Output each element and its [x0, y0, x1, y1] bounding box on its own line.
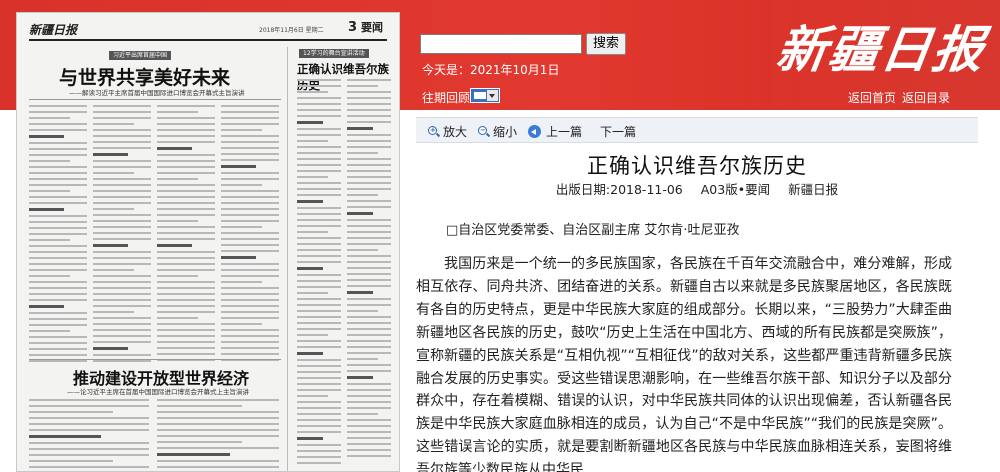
story3-col2	[347, 79, 391, 461]
chevron-down-icon	[487, 90, 498, 101]
site-logo[interactable]: 新疆日报	[773, 10, 993, 79]
zoom-in-icon: +	[428, 125, 441, 138]
story1-subtitle: ——解读习近平主席首届中国国际进口博览会开幕式主旨演讲	[69, 89, 245, 97]
home-link[interactable]: 返回首页	[848, 89, 896, 106]
prev-article-button[interactable]: 上一篇	[528, 123, 582, 140]
paper-masthead: 新疆日报 2018年11月6日 星期二 3 要闻	[29, 19, 387, 41]
story1-col2	[93, 105, 151, 366]
article-toolbar: + 放大 − 缩小 上一篇 下一篇	[416, 117, 978, 143]
paper-page-number: 3 要闻	[347, 20, 383, 35]
article-source: 新疆日报	[788, 182, 839, 197]
next-article-button[interactable]: 下一篇	[600, 123, 636, 140]
article-body: 我国历来是一个统一的多民族国家，各民族在千百年交流融合中，难分难解，形成相互依存…	[416, 256, 952, 472]
story1-headline[interactable]: 与世界共享美好未来	[59, 63, 230, 90]
story1-col3	[157, 105, 215, 365]
article-date: 出版日期:2018-11-06	[555, 182, 683, 197]
story2-col2	[157, 399, 279, 471]
paper-column-divider	[287, 47, 288, 471]
story1-rule	[29, 99, 281, 100]
story1-col1	[29, 105, 87, 366]
zoom-out-icon: −	[478, 125, 491, 138]
story2-rule	[29, 359, 281, 360]
story2-col1	[29, 399, 149, 471]
today-date: 今天是：2021年10月1日	[422, 63, 560, 77]
newspaper-page-image[interactable]: 新疆日报 2018年11月6日 星期二 3 要闻 习近平出席首届中国 与世界共享美…	[16, 12, 400, 472]
arrow-left-icon	[528, 125, 541, 138]
article-edition: A03版•要闻	[700, 182, 771, 197]
calendar-icon	[474, 92, 486, 99]
paper-section: 要闻	[361, 21, 383, 34]
story1-col4	[221, 105, 279, 365]
history-label: 往期回顾	[422, 91, 471, 105]
story1-tag: 习近平出席首届中国	[109, 51, 172, 60]
search-input[interactable]	[420, 34, 582, 54]
paper-date: 2018年11月6日 星期二	[259, 27, 324, 34]
zoom-out-button[interactable]: − 缩小	[478, 123, 517, 140]
article-meta: 出版日期:2018-11-06 A03版•要闻 新疆日报	[416, 179, 978, 198]
article-author: □自治区党委常委、自治区副主席 艾尔肯·吐尼亚孜	[446, 223, 740, 238]
story3-col1	[297, 79, 341, 468]
history-date-picker[interactable]	[470, 88, 500, 103]
directory-link[interactable]: 返回目录	[902, 89, 950, 106]
paper-logo: 新疆日报	[29, 23, 78, 37]
article-title: 正确认识维吾尔族历史	[587, 154, 807, 178]
search-button[interactable]: 搜索	[586, 33, 626, 55]
story2-subtitle: ——论习近平主席在首届中国国际进口博览会开幕式上主旨演讲	[67, 388, 249, 396]
story3-tag: 12学习的舞台宣讲活动	[299, 49, 369, 58]
zoom-in-button[interactable]: + 放大	[428, 123, 467, 140]
